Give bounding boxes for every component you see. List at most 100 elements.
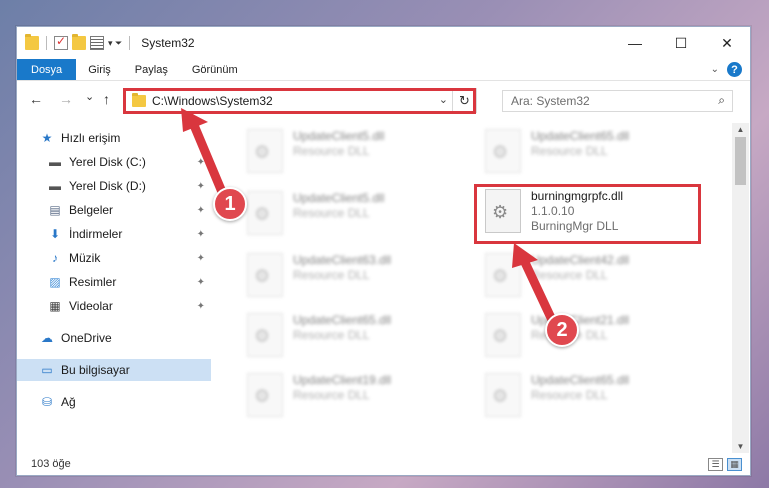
customize-toolbar-dropdown[interactable]: ▾ ⏷ bbox=[108, 38, 122, 49]
pin-icon[interactable]: ✦ bbox=[197, 229, 205, 240]
sidebar-item-label: Belgeler bbox=[69, 203, 114, 217]
file-name: UpdateClient5.dll bbox=[293, 191, 385, 205]
star-icon: ★ bbox=[41, 131, 53, 145]
file-type: Resource DLL bbox=[531, 388, 608, 402]
scroll-down-icon[interactable]: ▼ bbox=[732, 442, 749, 451]
sidebar-item-network[interactable]: ⛁ Ağ bbox=[17, 391, 211, 413]
recent-locations-button[interactable]: ⌄ bbox=[85, 90, 94, 103]
new-folder-icon[interactable] bbox=[72, 34, 86, 50]
file-list: UpdateClient5.dllResource DLL UpdateClie… bbox=[213, 123, 726, 453]
file-item[interactable]: UpdateClient5.dllResource DLL bbox=[241, 125, 461, 177]
file-name: UpdateClient5.dll bbox=[293, 129, 385, 143]
item-count: 103 öğe bbox=[31, 458, 71, 470]
scrollbar-thumb[interactable] bbox=[735, 137, 746, 185]
drive-icon: ▬ bbox=[49, 179, 61, 193]
file-item[interactable]: UpdateClient65.dllResource DLL bbox=[479, 125, 699, 177]
sidebar-item-quick-access[interactable]: ★ Hızlı erişim bbox=[17, 127, 211, 149]
sidebar-item-label: Resimler bbox=[69, 275, 117, 289]
documents-icon: ▤ bbox=[49, 203, 61, 217]
music-icon: ♪ bbox=[52, 251, 58, 265]
sidebar-item-local-disk-c[interactable]: ▬ Yerel Disk (C:) ✦ bbox=[17, 151, 211, 173]
sidebar-item-label: Yerel Disk (D:) bbox=[69, 179, 146, 193]
file-name: UpdateClient63.dll bbox=[293, 253, 392, 267]
sidebar-item-documents[interactable]: ▤ Belgeler ✦ bbox=[17, 199, 211, 221]
toolbar-divider bbox=[129, 36, 131, 50]
tab-home[interactable]: Giriş bbox=[76, 59, 123, 80]
sidebar-item-this-pc[interactable]: ▭ Bu bilgisayar bbox=[17, 359, 211, 381]
details-view-icon[interactable]: ☰ bbox=[708, 458, 723, 471]
window-title: System32 bbox=[141, 36, 195, 50]
close-button[interactable]: ✕ bbox=[704, 27, 750, 59]
step-2-badge: 2 bbox=[545, 313, 579, 347]
pin-icon[interactable]: ✦ bbox=[197, 181, 205, 192]
pin-icon[interactable]: ✦ bbox=[197, 253, 205, 264]
network-icon: ⛁ bbox=[41, 395, 53, 409]
tab-view[interactable]: Görünüm bbox=[180, 59, 250, 80]
ribbon-right: ⌄ ? bbox=[711, 59, 750, 80]
minimize-button[interactable]: — bbox=[612, 27, 658, 59]
tab-file[interactable]: Dosya bbox=[17, 59, 77, 80]
sidebar-item-local-disk-d[interactable]: ▬ Yerel Disk (D:) ✦ bbox=[17, 175, 211, 197]
properties-icon[interactable] bbox=[90, 36, 104, 50]
search-input[interactable]: Ara: System32 ⌕ bbox=[502, 90, 733, 112]
dll-file-icon bbox=[485, 313, 521, 357]
file-item[interactable]: UpdateClient19.dllResource DLL bbox=[241, 369, 461, 421]
search-placeholder: Ara: System32 bbox=[511, 94, 590, 108]
sidebar-item-label: Müzik bbox=[69, 251, 101, 265]
dll-file-icon bbox=[247, 373, 283, 417]
sidebar-item-music[interactable]: ♪ Müzik ✦ bbox=[17, 247, 211, 269]
toolbar-divider bbox=[46, 36, 47, 50]
vertical-scrollbar[interactable]: ▲ ▼ bbox=[732, 123, 749, 453]
file-name: UpdateClient19.dll bbox=[293, 373, 392, 387]
download-icon: ⬇ bbox=[49, 227, 61, 241]
file-type: Resource DLL bbox=[293, 206, 370, 220]
sidebar-item-label: Videolar bbox=[69, 299, 113, 313]
ribbon-tabs: Dosya Giriş Paylaş Görünüm ⌄ ? bbox=[17, 59, 750, 81]
sidebar-item-pictures[interactable]: ▨ Resimler ✦ bbox=[17, 271, 211, 293]
sidebar-item-label: İndirmeler bbox=[69, 227, 123, 241]
drive-icon: ▬ bbox=[49, 155, 61, 169]
file-name: UpdateClient65.dll bbox=[531, 373, 630, 387]
navigation-pane: ★ Hızlı erişim ▬ Yerel Disk (C:) ✦ ▬ Yer… bbox=[17, 123, 211, 453]
file-item[interactable]: UpdateClient65.dllResource DLL bbox=[241, 309, 461, 361]
pin-icon[interactable]: ✦ bbox=[197, 157, 205, 168]
expand-ribbon-icon[interactable]: ⌄ bbox=[711, 64, 719, 75]
file-item[interactable]: UpdateClient65.dllResource DLL bbox=[479, 369, 699, 421]
tab-share[interactable]: Paylaş bbox=[123, 59, 180, 80]
file-item[interactable]: UpdateClient5.dllResource DLL bbox=[241, 187, 461, 239]
pin-icon[interactable]: ✦ bbox=[197, 301, 205, 312]
up-button[interactable]: ↑ bbox=[103, 91, 110, 107]
file-type: Resource DLL bbox=[293, 144, 370, 158]
pin-icon[interactable]: ✦ bbox=[197, 277, 205, 288]
properties-check-icon[interactable] bbox=[54, 34, 68, 50]
file-item[interactable]: UpdateClient21.dllResource DLL bbox=[479, 309, 699, 361]
forward-button[interactable]: → bbox=[59, 91, 73, 107]
window-controls: — ☐ ✕ bbox=[612, 27, 750, 59]
help-icon[interactable]: ? bbox=[727, 62, 742, 77]
file-name: UpdateClient42.dll bbox=[531, 253, 630, 267]
search-icon[interactable]: ⌕ bbox=[718, 93, 725, 108]
dll-file-icon bbox=[247, 313, 283, 357]
view-switcher: ☰ ▦ bbox=[708, 458, 742, 471]
sidebar-item-downloads[interactable]: ⬇ İndirmeler ✦ bbox=[17, 223, 211, 245]
sidebar-item-label: OneDrive bbox=[61, 331, 112, 345]
sidebar-item-label: Hızlı erişim bbox=[61, 131, 121, 145]
dll-file-icon bbox=[247, 129, 283, 173]
maximize-button[interactable]: ☐ bbox=[658, 27, 704, 59]
dll-file-icon bbox=[485, 129, 521, 173]
dll-file-icon bbox=[247, 253, 283, 297]
file-type: Resource DLL bbox=[293, 268, 370, 282]
back-button[interactable]: ← bbox=[29, 91, 43, 107]
scroll-up-icon[interactable]: ▲ bbox=[732, 125, 749, 134]
file-type: Resource DLL bbox=[293, 388, 370, 402]
step-1-badge: 1 bbox=[213, 187, 247, 221]
tiles-view-icon[interactable]: ▦ bbox=[727, 458, 742, 471]
file-highlight bbox=[474, 184, 701, 244]
file-item[interactable]: UpdateClient42.dllResource DLL bbox=[479, 249, 699, 301]
pin-icon[interactable]: ✦ bbox=[197, 205, 205, 216]
file-type: Resource DLL bbox=[531, 144, 608, 158]
sidebar-item-videos[interactable]: ▦ Videolar ✦ bbox=[17, 295, 211, 317]
sidebar-item-onedrive[interactable]: ☁ OneDrive bbox=[17, 327, 211, 349]
file-item[interactable]: UpdateClient63.dllResource DLL bbox=[241, 249, 461, 301]
pictures-icon: ▨ bbox=[49, 275, 61, 289]
